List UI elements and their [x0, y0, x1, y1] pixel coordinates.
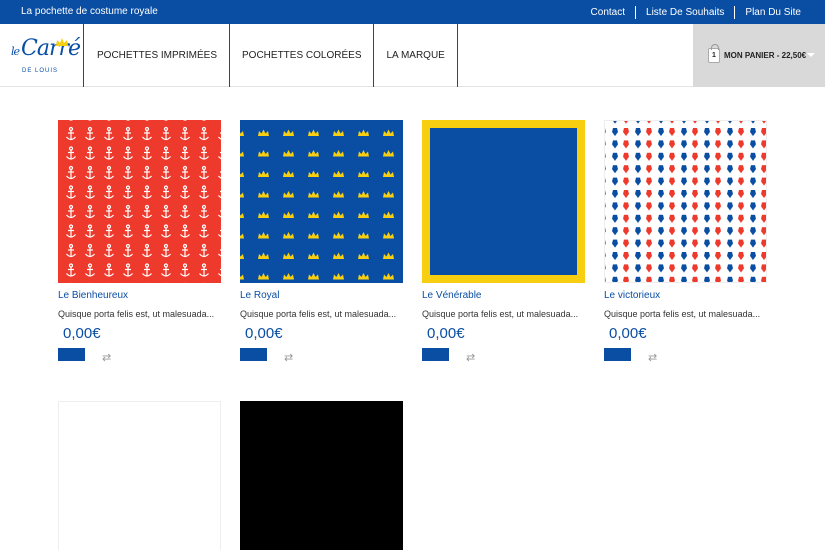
product-description: Quisque porta felis est, ut malesuada...: [422, 309, 579, 319]
product-name[interactable]: Le Royal: [240, 290, 403, 301]
crown-pattern: [240, 120, 403, 283]
product-card: Le Royal Quisque porta felis est, ut mal…: [240, 120, 403, 368]
anchor-pattern: [58, 120, 221, 283]
product-description: Quisque porta felis est, ut malesuada...: [240, 309, 397, 319]
main-nav: POCHETTES IMPRIMÉES POCHETTES COLORÉES L…: [85, 24, 458, 87]
cart-label: MON PANIER - 22,50€: [724, 51, 807, 60]
product-name[interactable]: Le victorieux: [604, 290, 767, 301]
top-links: Contact Liste De Souhaits Plan Du Site: [581, 0, 811, 24]
product-image[interactable]: [240, 120, 403, 283]
chevron-down-icon: [807, 53, 815, 57]
product-actions: ⇄: [240, 348, 403, 368]
product-image[interactable]: [422, 120, 585, 283]
product-image[interactable]: [58, 120, 221, 283]
compare-icon[interactable]: ⇄: [466, 351, 475, 364]
nav-item-colored[interactable]: POCHETTES COLORÉES: [230, 24, 375, 87]
product-image[interactable]: [604, 120, 767, 283]
tagline: La pochette de costume royale: [21, 6, 158, 17]
blue-square: [430, 128, 577, 275]
product-name[interactable]: Le Bienheureux: [58, 290, 221, 301]
product-card: [58, 401, 221, 550]
product-price: 0,00€: [427, 325, 465, 342]
product-actions: ⇄: [422, 348, 585, 368]
compare-icon[interactable]: ⇄: [102, 351, 111, 364]
crown-icon: [56, 38, 68, 46]
product-image[interactable]: [240, 401, 403, 550]
product-description: Quisque porta felis est, ut malesuada...: [58, 309, 215, 319]
product-card: Le Vénérable Quisque porta felis est, ut…: [422, 120, 585, 368]
add-to-cart-button[interactable]: [604, 348, 631, 361]
product-card: [240, 401, 403, 550]
nav-item-brand[interactable]: LA MARQUE: [374, 24, 458, 87]
logo-script: leCarré: [11, 36, 81, 61]
add-to-cart-button[interactable]: [58, 348, 85, 361]
contact-link[interactable]: Contact: [581, 6, 635, 19]
product-actions: ⇄: [58, 348, 221, 368]
product-card: Le Bienheureux Quisque porta felis est, …: [58, 120, 221, 368]
product-price: 0,00€: [609, 325, 647, 342]
logo[interactable]: leCarré DE LOUIS: [0, 24, 84, 87]
compare-icon[interactable]: ⇄: [648, 351, 657, 364]
product-name[interactable]: Le Vénérable: [422, 290, 585, 301]
product-card: Le victorieux Quisque porta felis est, u…: [604, 120, 767, 368]
product-actions: ⇄: [604, 348, 767, 368]
cart-button[interactable]: 1 MON PANIER - 22,50€: [693, 24, 825, 87]
wishlist-link[interactable]: Liste De Souhaits: [635, 5, 734, 19]
product-description: Quisque porta felis est, ut malesuada...: [604, 309, 761, 319]
sitemap-link[interactable]: Plan Du Site: [734, 5, 811, 19]
logo-subtitle: DE LOUIS: [22, 68, 59, 74]
add-to-cart-button[interactable]: [240, 348, 267, 361]
add-to-cart-button[interactable]: [422, 348, 449, 361]
nav-item-printed[interactable]: POCHETTES IMPRIMÉES: [85, 24, 231, 87]
rooster-pattern: [605, 121, 766, 282]
product-price: 0,00€: [245, 325, 283, 342]
product-price: 0,00€: [63, 325, 101, 342]
shopping-bag-icon: 1: [708, 44, 720, 63]
top-bar: La pochette de costume royale Contact Li…: [0, 0, 825, 24]
product-image[interactable]: [58, 401, 221, 550]
compare-icon[interactable]: ⇄: [284, 351, 293, 364]
header: leCarré DE LOUIS POCHETTES IMPRIMÉES POC…: [0, 24, 825, 87]
